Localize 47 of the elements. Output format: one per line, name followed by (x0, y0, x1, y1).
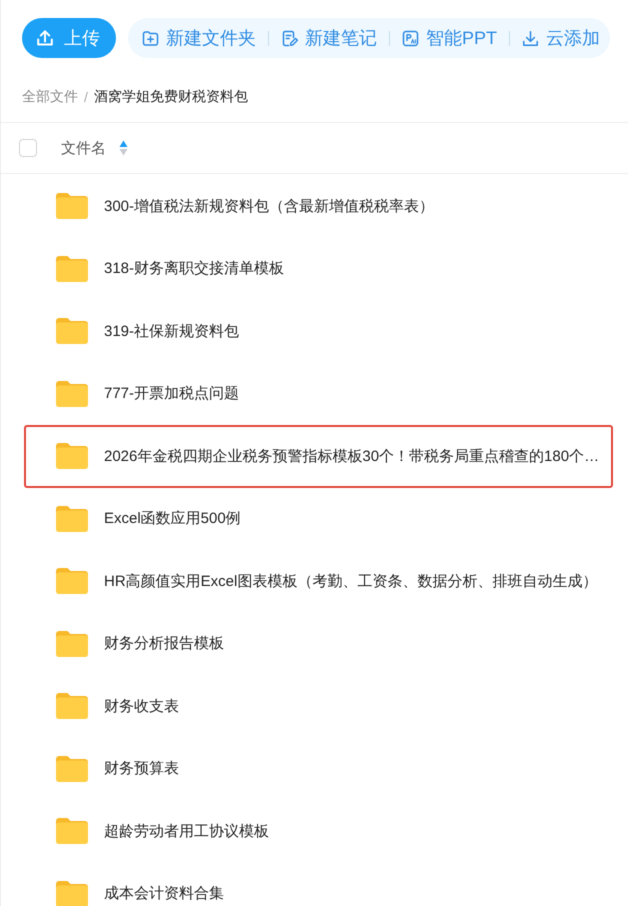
folder-name[interactable]: HR高颜值实用Excel图表模板（考勤、工资条、数据分析、排班自动生成） (104, 572, 598, 591)
folder-name[interactable]: 财务预算表 (104, 759, 179, 778)
folder-name[interactable]: 成本会计资料合集 (104, 884, 224, 904)
folder-icon (56, 443, 88, 470)
file-row[interactable]: 300-增值税法新规资料包（含最新增值税税率表） (24, 175, 613, 238)
folder-name[interactable]: 777-开票加税点问题 (104, 384, 240, 404)
folder-name[interactable]: 财务分析报告模板 (104, 634, 224, 654)
file-row[interactable]: 财务预算表 (24, 738, 613, 800)
folder-icon (56, 318, 88, 344)
file-row[interactable]: 财务分析报告模板 (24, 612, 613, 675)
folder-icon (56, 818, 88, 844)
file-row[interactable]: 2026年金税四期企业税务预警指标模板30个！带税务局重点稽查的180个… (24, 425, 613, 488)
folder-name[interactable]: 2026年金税四期企业税务预警指标模板30个！带税务局重点稽查的180个… (104, 446, 600, 466)
file-row[interactable]: Excel函数应用500例 (24, 488, 613, 550)
file-row[interactable]: HR高颜值实用Excel图表模板（考勤、工资条、数据分析、排班自动生成） (24, 550, 613, 612)
file-row[interactable]: 318-财务离职交接清单模板 (24, 238, 613, 300)
file-row[interactable]: 财务收支表 (24, 675, 613, 738)
file-row[interactable]: 319-社保新规资料包 (24, 300, 613, 362)
folder-name[interactable]: 财务收支表 (104, 696, 179, 716)
breadcrumb-separator: / (84, 89, 88, 105)
download-icon (522, 30, 540, 46)
folder-plus-icon (142, 30, 159, 46)
sort-icon[interactable] (119, 140, 128, 156)
note-pencil-icon (281, 30, 298, 46)
select-all-checkbox[interactable] (19, 139, 37, 157)
folder-name[interactable]: 300-增值税法新规资料包（含最新增值税税率表） (104, 196, 434, 216)
folder-icon (56, 506, 88, 532)
folder-icon (56, 380, 88, 407)
column-header[interactable]: 文件名 (61, 138, 106, 158)
folder-name[interactable]: 318-财务离职交接清单模板 (104, 259, 284, 278)
folder-name[interactable]: 超龄劳动者用工协议模板 (104, 822, 269, 841)
folder-icon (56, 193, 88, 220)
file-row[interactable]: 成本会计资料合集 (24, 862, 613, 906)
folder-icon (56, 693, 88, 720)
current-folder-title: 酒窝学姐免费财税资料包 (94, 88, 248, 106)
folder-name[interactable]: Excel函数应用500例 (104, 509, 241, 528)
folder-icon (56, 256, 88, 282)
folder-icon (56, 880, 88, 906)
file-row[interactable]: 777-开票加税点问题 (24, 362, 613, 425)
folder-name[interactable]: 319-社保新规资料包 (104, 322, 240, 341)
folder-icon (56, 630, 88, 657)
file-row[interactable]: 超龄劳动者用工协议模板 (24, 800, 613, 862)
folder-icon (56, 756, 88, 782)
slide-icon (402, 30, 419, 46)
folder-icon (56, 568, 88, 594)
breadcrumb-link[interactable]: 全部文件 (22, 88, 78, 106)
upload-icon (36, 29, 54, 47)
